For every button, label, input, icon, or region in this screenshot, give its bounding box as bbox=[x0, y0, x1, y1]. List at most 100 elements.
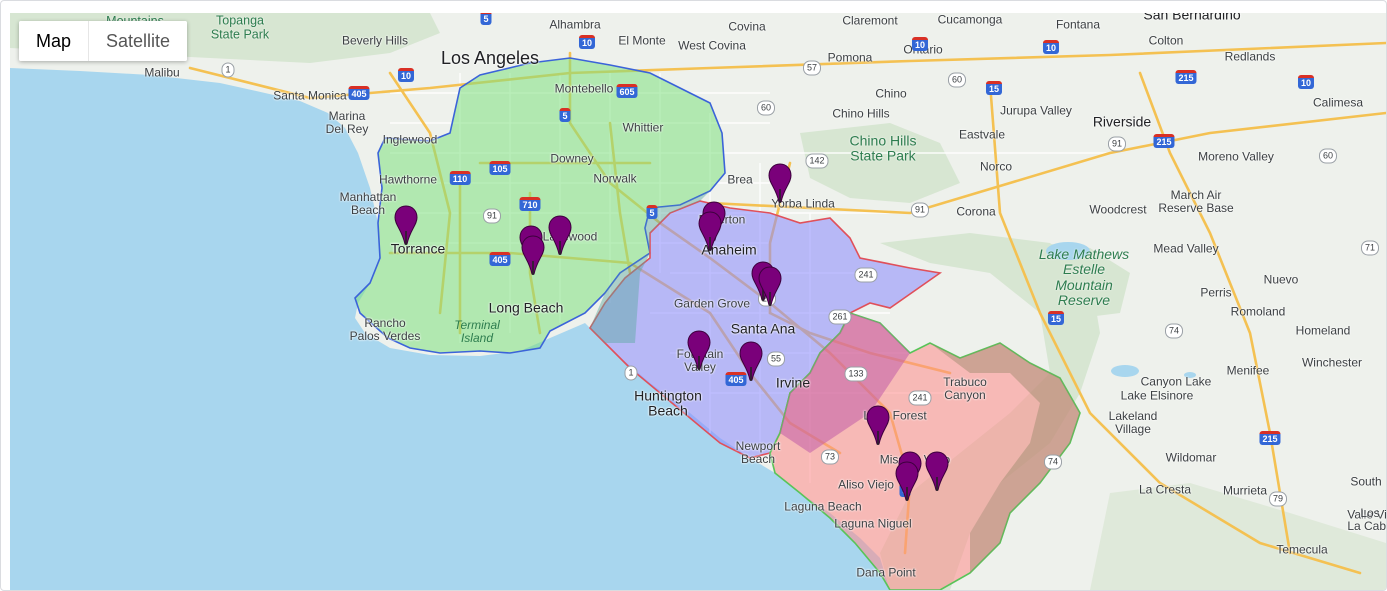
label-nuevo: Nuevo bbox=[1263, 272, 1299, 287]
shield-i215-north: 215 bbox=[1175, 70, 1197, 84]
shield-sr133: 133 bbox=[844, 366, 868, 382]
label-el-monte: El Monte bbox=[618, 33, 666, 48]
shield-sr60-b: 60 bbox=[947, 72, 967, 88]
shield-i710: 710 bbox=[519, 197, 541, 211]
label-chino-hills: Chino Hills bbox=[832, 106, 890, 121]
label-garden-grove: Garden Grove bbox=[673, 296, 751, 311]
label-los-caballeros: Los La Caba bbox=[1347, 505, 1386, 533]
shield-sr241-a: 241 bbox=[854, 267, 878, 283]
map-marker-mission-viejo-b[interactable] bbox=[895, 461, 919, 501]
shield-i605: 605 bbox=[616, 84, 638, 98]
shield-i15-south: 15 bbox=[1047, 311, 1065, 325]
label-laguna-beach: Laguna Beach bbox=[784, 499, 862, 514]
shield-sr73: 73 bbox=[820, 449, 840, 465]
map-type-satellite-button[interactable]: Satellite bbox=[89, 21, 188, 61]
label-long-beach: Long Beach bbox=[488, 299, 564, 316]
shield-i5-central: 5 bbox=[559, 108, 571, 122]
label-manhattan-beach: Manhattan Beach bbox=[339, 189, 397, 217]
label-calimesa: Calimesa bbox=[1312, 95, 1364, 110]
shield-sr74-b: 74 bbox=[1043, 454, 1063, 470]
shield-i10-redlands: 10 bbox=[1297, 75, 1315, 89]
label-south: South bbox=[1350, 474, 1382, 489]
label-covina: Covina bbox=[728, 19, 766, 34]
map-marker-fountain-valley[interactable] bbox=[687, 330, 711, 370]
shield-i5-oc: 5 bbox=[646, 205, 658, 219]
label-wildomar: Wildomar bbox=[1165, 450, 1217, 465]
label-norco: Norco bbox=[979, 159, 1013, 174]
shield-sr1: 1 bbox=[221, 62, 235, 78]
label-winchester: Winchester bbox=[1301, 355, 1363, 370]
label-santa-monica: Santa Monica bbox=[273, 88, 347, 103]
label-menifee: Menifee bbox=[1226, 363, 1270, 378]
label-redlands: Redlands bbox=[1224, 49, 1276, 64]
label-inglewood: Inglewood bbox=[382, 132, 438, 147]
shield-sr1-b: 1 bbox=[624, 365, 638, 381]
label-whittier: Whittier bbox=[622, 120, 664, 135]
shield-i105: 105 bbox=[489, 161, 511, 175]
label-lake-elsinore: Lake Elsinore bbox=[1120, 388, 1194, 403]
map-marker-lake-forest[interactable] bbox=[866, 405, 890, 445]
shield-i405-north: 405 bbox=[348, 86, 370, 100]
map-type-control: Map Satellite bbox=[19, 21, 188, 61]
shield-sr55: 55 bbox=[766, 351, 786, 367]
shield-sr241-b: 241 bbox=[908, 390, 932, 406]
label-beverly-hills: Beverly Hills bbox=[341, 33, 409, 48]
label-romoland: Romoland bbox=[1230, 304, 1286, 319]
label-temecula: Temecula bbox=[1276, 542, 1328, 557]
label-alhambra: Alhambra bbox=[549, 17, 601, 32]
label-santa-ana: Santa Ana bbox=[730, 320, 796, 337]
label-huntington-beach: Huntington Beach bbox=[634, 387, 702, 419]
map-marker-lakewood-c[interactable] bbox=[548, 215, 572, 255]
label-mead-valley: Mead Valley bbox=[1153, 241, 1219, 256]
map-marker-yorba-linda[interactable] bbox=[768, 163, 792, 203]
shield-i15: 15 bbox=[985, 81, 1003, 95]
shield-i215-south: 215 bbox=[1259, 431, 1281, 445]
label-fontana: Fontana bbox=[1055, 17, 1101, 32]
map-marker-irvine[interactable] bbox=[739, 341, 763, 381]
shield-i10-fontana: 10 bbox=[1042, 40, 1060, 54]
label-murrieta: Murrieta bbox=[1222, 483, 1268, 498]
shield-i10-west: 10 bbox=[397, 68, 415, 82]
shield-sr91-b: 91 bbox=[910, 202, 930, 218]
shield-sr142: 142 bbox=[805, 153, 829, 169]
label-perris: Perris bbox=[1200, 285, 1232, 300]
label-malibu: Malibu bbox=[144, 65, 180, 80]
label-trabuco-canyon: Trabuco Canyon bbox=[943, 374, 987, 402]
shield-i10-east: 10 bbox=[911, 37, 929, 51]
shield-sr79: 79 bbox=[1268, 491, 1288, 507]
map-marker-torrance[interactable] bbox=[394, 205, 418, 245]
label-claremont: Claremont bbox=[842, 13, 898, 28]
label-norwalk: Norwalk bbox=[593, 171, 637, 186]
label-san-bernardino: San Bernardino bbox=[1143, 13, 1241, 23]
map-type-map-button[interactable]: Map bbox=[19, 21, 89, 61]
label-newport-beach: Newport Beach bbox=[735, 438, 781, 466]
shield-i215: 215 bbox=[1153, 134, 1175, 148]
label-cucamonga: Cucamonga bbox=[937, 13, 1003, 27]
label-jurupa-valley: Jurupa Valley bbox=[1000, 103, 1072, 118]
label-chino-hills-state-park: Chino Hills State Park bbox=[849, 132, 917, 164]
shield-i405-south: 405 bbox=[489, 252, 511, 266]
label-aliso-viejo: Aliso Viejo bbox=[838, 477, 894, 492]
map-canvas[interactable]: Mountains Topanga State Park Beverly Hil… bbox=[10, 13, 1386, 590]
label-march-air-reserve-base: March Air Reserve Base bbox=[1158, 187, 1234, 215]
label-moreno-valley: Moreno Valley bbox=[1198, 149, 1274, 164]
shield-sr74-a: 74 bbox=[1164, 323, 1184, 339]
shield-sr71: 71 bbox=[1360, 240, 1380, 256]
label-canyon-lake: Canyon Lake bbox=[1140, 374, 1212, 389]
label-corona: Corona bbox=[956, 204, 996, 219]
label-homeland: Homeland bbox=[1295, 323, 1351, 338]
label-lakeland-village: Lakeland Village bbox=[1108, 408, 1158, 436]
label-colton: Colton bbox=[1148, 33, 1184, 48]
map-marker-mission-viejo-c[interactable] bbox=[925, 451, 949, 491]
map-marker-lakewood-b[interactable] bbox=[521, 235, 545, 275]
map-marker-fullerton-b[interactable] bbox=[698, 211, 722, 251]
shield-i110: 110 bbox=[449, 171, 471, 185]
shield-sr261: 261 bbox=[828, 309, 852, 325]
label-lake-mathews-estelle-mountain-reserve: Lake Mathews Estelle Mountain Reserve bbox=[1038, 246, 1130, 309]
label-downey: Downey bbox=[550, 151, 594, 166]
shield-i10-central: 10 bbox=[578, 35, 596, 49]
label-laguna-niguel: Laguna Niguel bbox=[834, 516, 912, 531]
map-marker-anaheim-b[interactable] bbox=[758, 266, 782, 306]
label-pomona: Pomona bbox=[827, 50, 873, 65]
label-eastvale: Eastvale bbox=[958, 127, 1006, 142]
